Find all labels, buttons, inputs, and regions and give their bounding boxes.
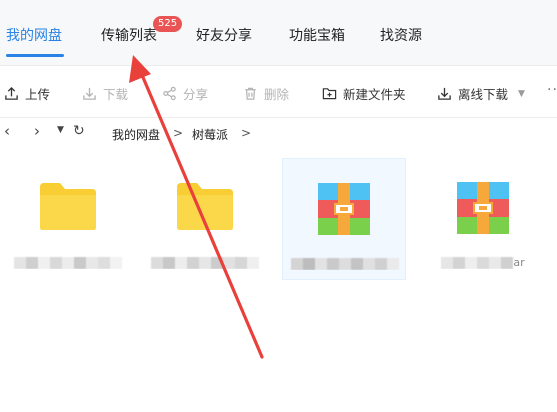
- breadcrumb-root[interactable]: 我的网盘: [112, 126, 160, 143]
- file-item-folder[interactable]: [6, 158, 130, 280]
- upload-button[interactable]: 上传: [4, 84, 50, 103]
- offline-download-button[interactable]: 离线下载 ▼: [437, 84, 525, 103]
- file-name-tail: ar: [513, 256, 525, 269]
- delete-label: 删除: [264, 87, 290, 102]
- offline-download-icon: [438, 87, 451, 100]
- new-folder-icon: [322, 88, 337, 100]
- archive-icon: [317, 182, 371, 240]
- breadcrumb-current-folder[interactable]: 树莓派: [192, 126, 228, 143]
- tab-my-disk[interactable]: 我的网盘: [6, 25, 62, 45]
- transfer-count-badge: 525: [153, 16, 183, 32]
- tab-find-resources[interactable]: 找资源: [380, 25, 422, 45]
- download-icon: [83, 87, 96, 100]
- share-button[interactable]: 分享: [162, 84, 208, 103]
- upload-icon: [5, 86, 18, 100]
- tab-transfer-list[interactable]: 传输列表: [101, 25, 157, 45]
- toolbar: 上传 下载 分享 删除 新建文件夹 离线下载 ▼ ···: [0, 66, 557, 118]
- forward-icon[interactable]: ›: [34, 122, 40, 140]
- file-name-blurred: ar: [421, 256, 545, 269]
- download-label: 下载: [103, 87, 129, 102]
- top-nav: 我的网盘 传输列表 525 好友分享 功能宝箱 找资源: [0, 0, 557, 66]
- chevron-down-icon[interactable]: ▼: [518, 89, 525, 99]
- more-options-icon[interactable]: ···: [547, 82, 557, 98]
- folder-icon: [175, 181, 235, 235]
- breadcrumb-separator: >: [173, 126, 184, 140]
- new-folder-label: 新建文件夹: [343, 87, 406, 102]
- upload-label: 上传: [25, 87, 51, 102]
- offline-download-label: 离线下载: [458, 87, 509, 102]
- download-button[interactable]: 下载: [82, 84, 128, 103]
- share-icon: [163, 86, 176, 101]
- new-folder-button[interactable]: 新建文件夹: [322, 84, 406, 103]
- folder-icon: [38, 181, 98, 235]
- file-name-blurred: [6, 256, 130, 269]
- breadcrumb-separator: >: [241, 126, 252, 140]
- archive-icon: [456, 181, 510, 239]
- file-name-blurred: [143, 256, 267, 269]
- tab-toolbox[interactable]: 功能宝箱: [289, 25, 345, 45]
- delete-button[interactable]: 删除: [243, 84, 289, 103]
- active-tab-indicator: [6, 54, 64, 57]
- tab-friend-share[interactable]: 好友分享: [196, 25, 252, 45]
- history-dropdown-icon[interactable]: ▼: [57, 125, 64, 135]
- address-bar: ‹ › ▼ ↻ 我的网盘 > 树莓派 >: [0, 118, 557, 148]
- share-label: 分享: [183, 87, 209, 102]
- file-name-blurred: [283, 257, 407, 270]
- refresh-icon[interactable]: ↻: [73, 123, 85, 139]
- file-item-archive[interactable]: [282, 158, 406, 280]
- file-item-folder[interactable]: [143, 158, 267, 280]
- back-icon[interactable]: ‹: [4, 122, 10, 140]
- trash-icon: [245, 87, 256, 100]
- file-item-archive[interactable]: ar: [421, 158, 545, 280]
